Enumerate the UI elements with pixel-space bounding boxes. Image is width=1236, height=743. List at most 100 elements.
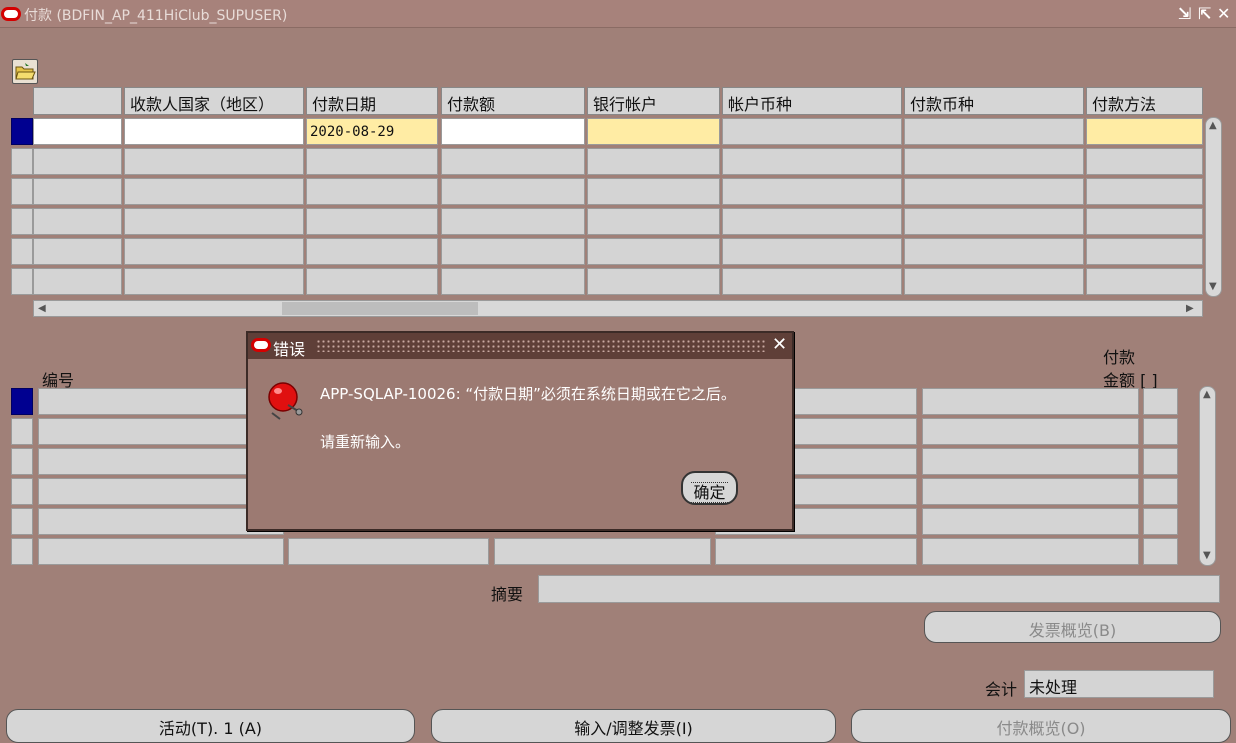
- table-cell[interactable]: [904, 148, 1084, 175]
- table-cell[interactable]: [587, 208, 720, 235]
- table-cell[interactable]: [306, 148, 438, 175]
- table-cell[interactable]: [1143, 448, 1178, 475]
- record-indicator[interactable]: [11, 178, 33, 205]
- table-cell[interactable]: [38, 538, 284, 565]
- record-indicator[interactable]: [11, 208, 33, 235]
- table-cell[interactable]: [904, 268, 1084, 295]
- scroll-down-icon[interactable]: ▼: [1203, 550, 1211, 561]
- table-cell[interactable]: [904, 208, 1084, 235]
- table-cell[interactable]: [124, 178, 304, 205]
- close-icon[interactable]: ✕: [1217, 4, 1230, 23]
- payment-currency-field[interactable]: [904, 118, 1084, 145]
- table-cell[interactable]: [1086, 178, 1203, 205]
- table-cell[interactable]: [441, 208, 585, 235]
- table-cell[interactable]: [306, 268, 438, 295]
- record-indicator[interactable]: [11, 148, 33, 175]
- table-cell[interactable]: [306, 208, 438, 235]
- maximize-icon[interactable]: ⇱: [1198, 4, 1211, 23]
- table-horizontal-scrollbar[interactable]: ◀ ▶: [33, 300, 1203, 317]
- table-cell[interactable]: [124, 238, 304, 265]
- account-currency-field[interactable]: [722, 118, 902, 145]
- table-cell[interactable]: [922, 508, 1139, 535]
- table-cell[interactable]: [904, 238, 1084, 265]
- table-cell[interactable]: [1086, 208, 1203, 235]
- table-cell[interactable]: [306, 178, 438, 205]
- table-cell[interactable]: [306, 238, 438, 265]
- record-indicator-active[interactable]: [11, 118, 33, 145]
- invoice-vertical-scrollbar[interactable]: ▲ ▼: [1199, 386, 1216, 566]
- payee-country-field[interactable]: [124, 118, 304, 145]
- table-cell[interactable]: [922, 418, 1139, 445]
- table-cell[interactable]: [124, 208, 304, 235]
- table-cell[interactable]: [922, 538, 1139, 565]
- table-cell[interactable]: [722, 208, 902, 235]
- scroll-thumb[interactable]: [282, 302, 478, 315]
- table-cell[interactable]: [715, 538, 917, 565]
- table-cell[interactable]: [33, 238, 122, 265]
- table-cell[interactable]: [441, 268, 585, 295]
- table-cell[interactable]: [124, 268, 304, 295]
- table-cell[interactable]: [33, 118, 122, 145]
- table-cell[interactable]: [722, 178, 902, 205]
- folder-button[interactable]: [12, 59, 38, 84]
- table-cell[interactable]: [494, 538, 711, 565]
- enter-adjust-invoices-button[interactable]: 输入/调整发票(I): [431, 709, 836, 743]
- table-cell[interactable]: [1086, 148, 1203, 175]
- record-indicator[interactable]: [11, 448, 33, 475]
- table-cell[interactable]: [1086, 238, 1203, 265]
- scroll-down-icon[interactable]: ▼: [1209, 281, 1217, 292]
- table-cell[interactable]: [922, 448, 1139, 475]
- table-cell[interactable]: [722, 148, 902, 175]
- table-cell[interactable]: [722, 268, 902, 295]
- table-cell[interactable]: [922, 478, 1139, 505]
- record-indicator[interactable]: [11, 508, 33, 535]
- record-indicator[interactable]: [11, 538, 33, 565]
- table-cell[interactable]: [288, 538, 489, 565]
- table-cell[interactable]: [441, 178, 585, 205]
- minimize-icon[interactable]: ⇲: [1178, 4, 1191, 23]
- table-cell[interactable]: [33, 268, 122, 295]
- record-indicator[interactable]: [11, 478, 33, 505]
- table-cell[interactable]: [587, 148, 720, 175]
- close-icon[interactable]: ✕: [772, 334, 787, 355]
- actions-button[interactable]: 活动(T). 1 (A): [6, 709, 415, 743]
- oracle-logo-icon: [251, 338, 271, 352]
- table-cell[interactable]: [1143, 538, 1178, 565]
- table-cell[interactable]: [1143, 388, 1178, 415]
- scroll-up-icon[interactable]: ▲: [1209, 120, 1217, 131]
- table-cell[interactable]: [33, 208, 122, 235]
- table-cell[interactable]: [922, 388, 1139, 415]
- payment-method-field[interactable]: [1086, 118, 1203, 145]
- table-cell[interactable]: [124, 148, 304, 175]
- ok-button[interactable]: 确定: [681, 471, 738, 505]
- scroll-left-icon[interactable]: ◀: [38, 303, 46, 314]
- table-vertical-scrollbar[interactable]: ▲ ▼: [1205, 117, 1222, 297]
- table-cell[interactable]: [441, 238, 585, 265]
- payment-date-field[interactable]: 2020-08-29: [306, 118, 438, 145]
- table-cell[interactable]: [587, 238, 720, 265]
- summary-field[interactable]: [538, 575, 1220, 603]
- table-cell[interactable]: [1143, 418, 1178, 445]
- column-header-payment-method: 付款方法: [1086, 87, 1203, 115]
- table-cell[interactable]: [1143, 508, 1178, 535]
- oracle-logo-icon: [1, 7, 21, 21]
- record-indicator-active[interactable]: [11, 388, 33, 415]
- table-cell[interactable]: [904, 178, 1084, 205]
- table-cell[interactable]: [587, 268, 720, 295]
- table-cell[interactable]: [722, 238, 902, 265]
- table-cell[interactable]: [1086, 268, 1203, 295]
- table-cell[interactable]: [441, 148, 585, 175]
- table-cell[interactable]: [587, 178, 720, 205]
- payment-amount-field[interactable]: [441, 118, 585, 145]
- table-cell[interactable]: [33, 178, 122, 205]
- invoice-overview-button[interactable]: 发票概览(B): [924, 611, 1221, 643]
- payment-overview-button[interactable]: 付款概览(O): [851, 709, 1231, 743]
- record-indicator[interactable]: [11, 238, 33, 265]
- scroll-right-icon[interactable]: ▶: [1186, 303, 1194, 314]
- table-cell[interactable]: [33, 148, 122, 175]
- record-indicator[interactable]: [11, 268, 33, 295]
- table-cell[interactable]: [1143, 478, 1178, 505]
- record-indicator[interactable]: [11, 418, 33, 445]
- scroll-up-icon[interactable]: ▲: [1203, 389, 1211, 400]
- bank-account-field[interactable]: [587, 118, 720, 145]
